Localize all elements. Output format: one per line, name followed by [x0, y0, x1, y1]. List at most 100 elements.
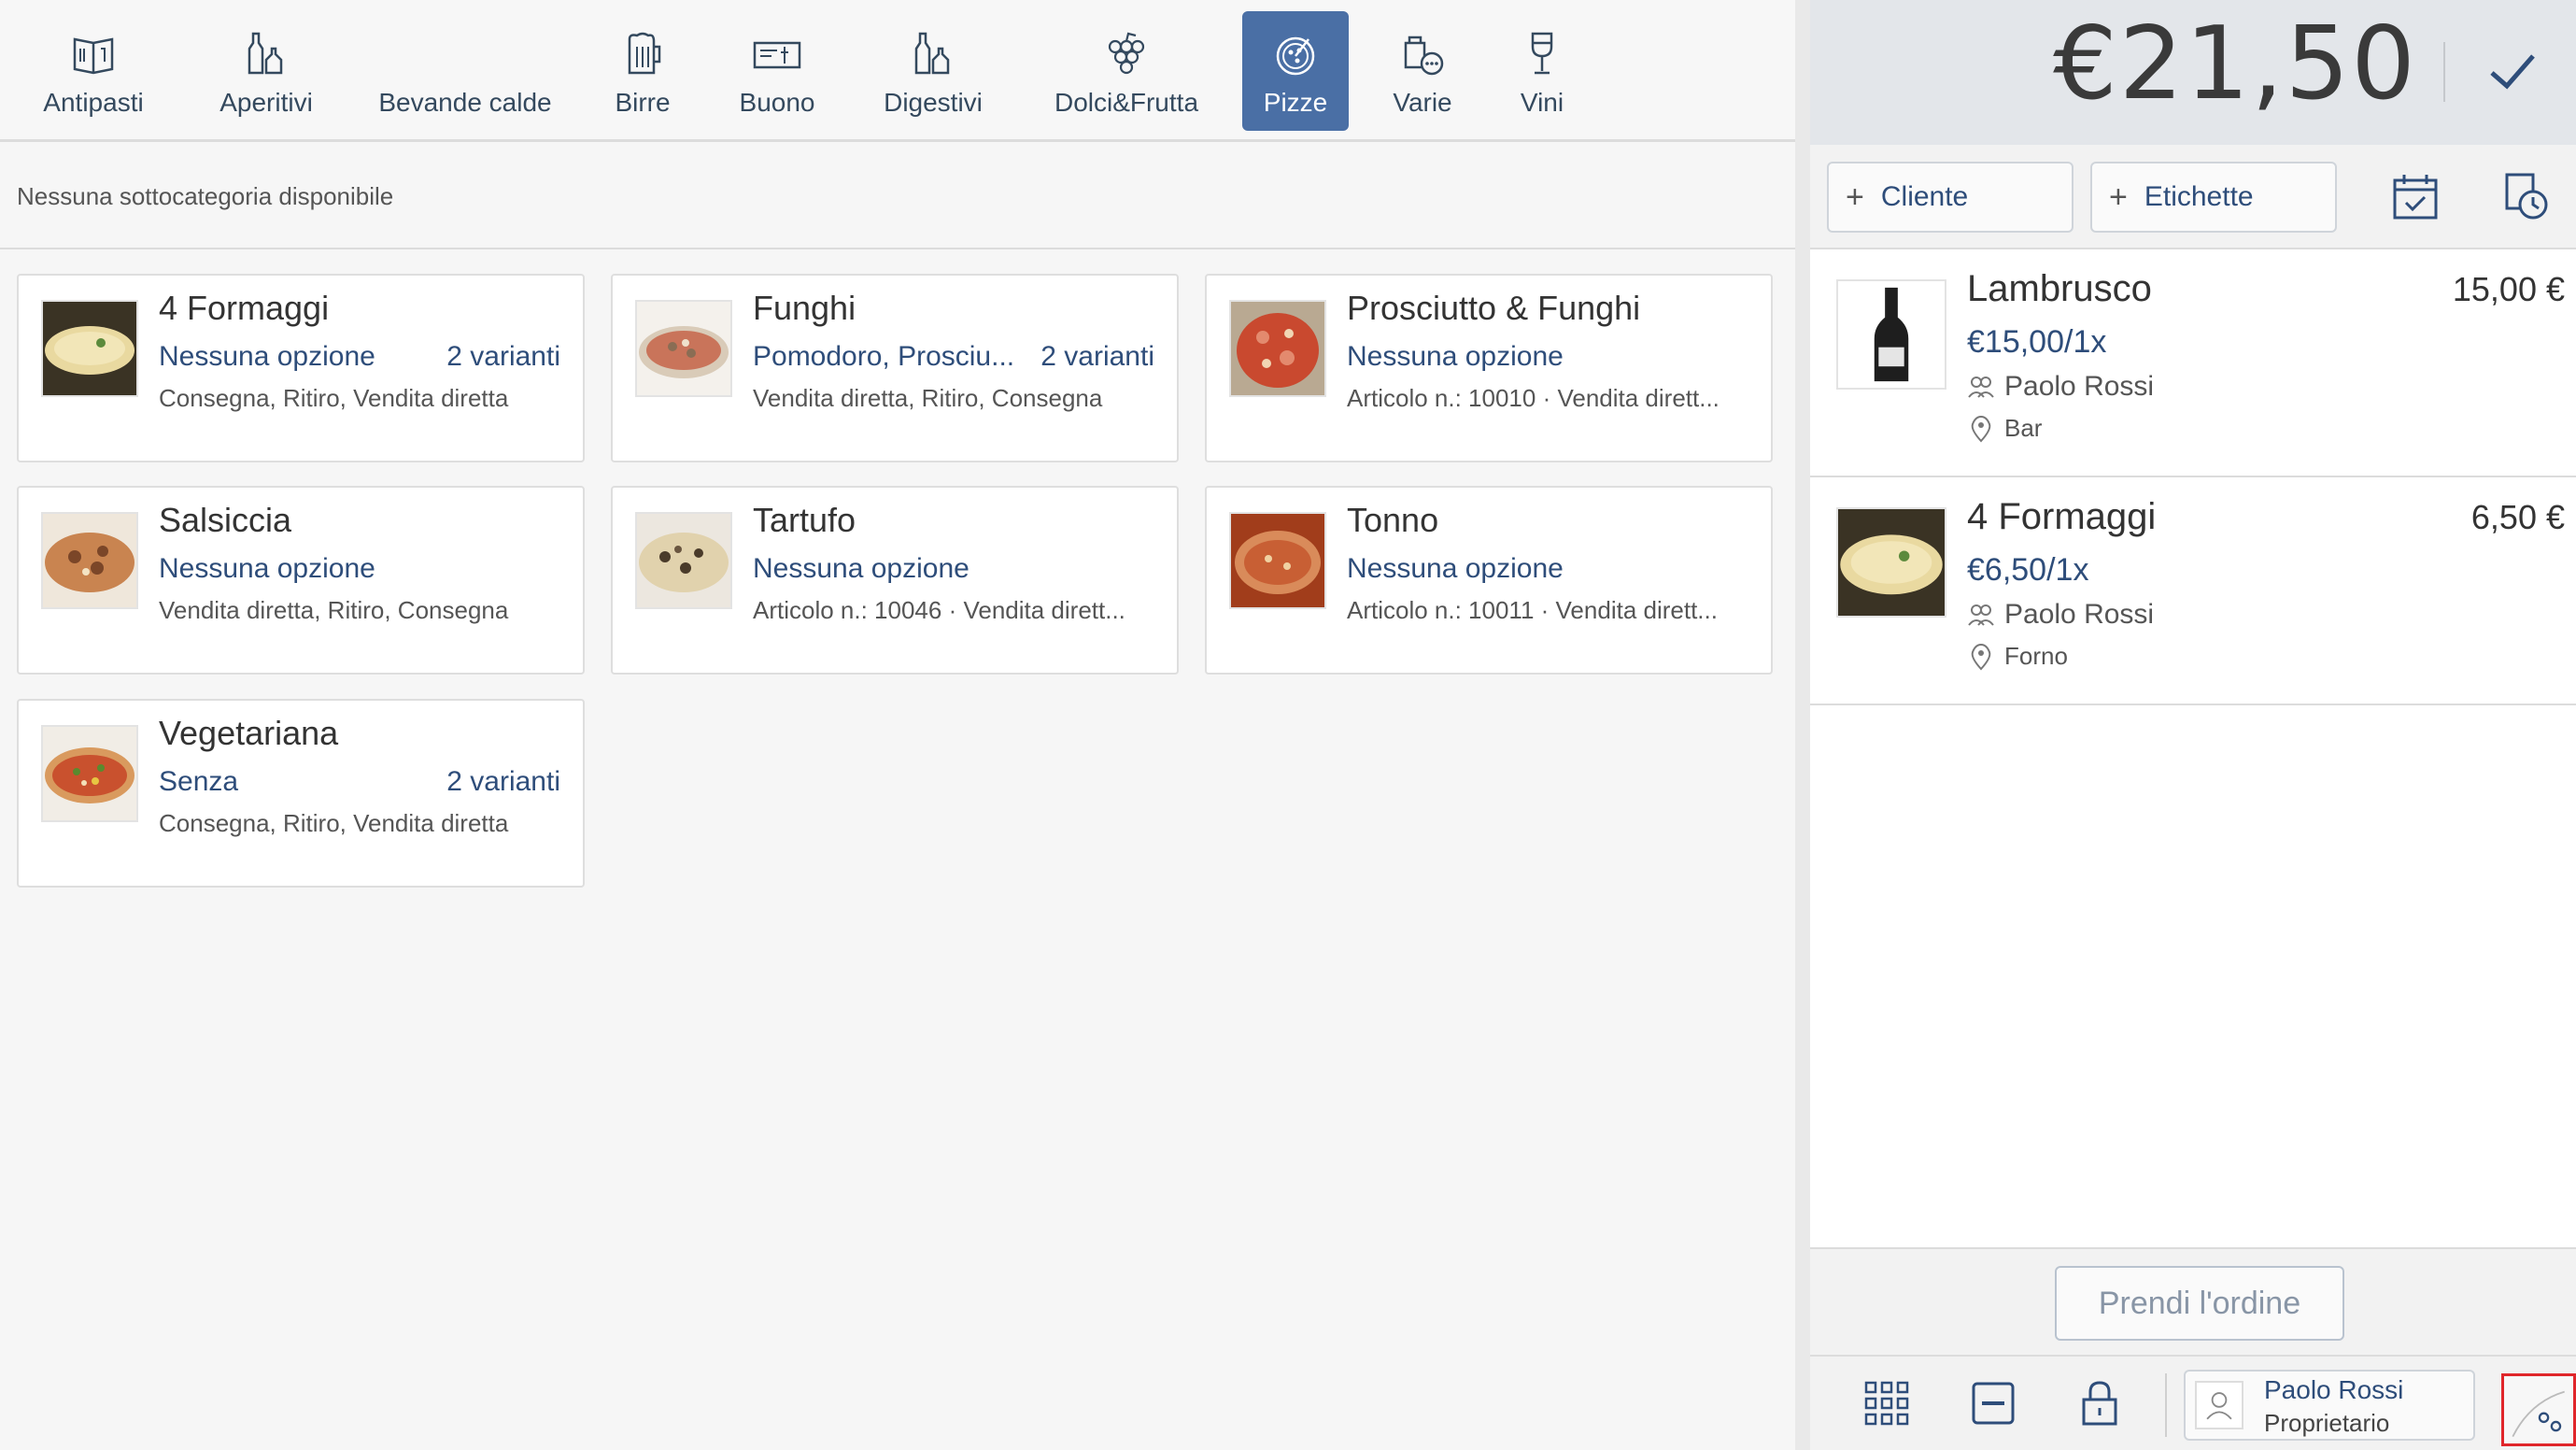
category-buono[interactable]: Buono	[729, 11, 826, 131]
item-user-name: Paolo Rossi	[2004, 599, 2155, 630]
bottom-toolbar: Paolo Rossi Proprietario	[1810, 1355, 2576, 1450]
item-name: 4 Formaggi	[1967, 496, 2157, 537]
lock-icon[interactable]	[2075, 1379, 2124, 1428]
add-labels-label: Etichette	[2144, 181, 2254, 212]
product-meta: Consegna, Ritiro, Vendita diretta	[159, 809, 509, 837]
calendar-icon[interactable]	[2389, 171, 2442, 223]
product-meta: Articolo n.: 10011 · Vendita dirett...	[1347, 596, 1718, 624]
product-card-tartufo[interactable]: Tartufo Nessuna opzione Articolo n.: 100…	[611, 486, 1179, 675]
corner-icon	[2512, 1390, 2565, 1438]
item-unit-price: €15,00/1x	[1967, 324, 2107, 360]
category-label: Buono	[739, 88, 815, 117]
product-image	[1836, 279, 1946, 390]
category-bar: Antipasti Aperitivi Bevande calde Birre …	[0, 0, 1795, 142]
grid-icon[interactable]	[1862, 1379, 1911, 1428]
item-price: 6,50 €	[2470, 498, 2565, 536]
location-icon	[1971, 643, 1991, 670]
add-customer-button[interactable]: + Cliente	[1827, 162, 2074, 233]
cart-item-lambrusco[interactable]: Lambrusco 15,00 € €15,00/1x Paolo Rossi …	[1810, 251, 2576, 477]
item-unit-price: €6,50/1x	[1967, 552, 2089, 588]
item-name: Lambrusco	[1967, 268, 2152, 309]
cart-item-4-formaggi[interactable]: 4 Formaggi 6,50 € €6,50/1x Paolo Rossi F…	[1810, 479, 2576, 705]
product-image	[41, 512, 138, 609]
item-user-name: Paolo Rossi	[2004, 371, 2155, 402]
minus-box-icon[interactable]	[1969, 1379, 2017, 1428]
product-image	[635, 300, 732, 397]
take-order-button[interactable]: Prendi l'ordine	[2055, 1266, 2344, 1341]
add-labels-button[interactable]: + Etichette	[2090, 162, 2337, 233]
category-varie[interactable]: Varie	[1373, 11, 1472, 131]
product-image	[1229, 512, 1326, 609]
product-options: Senza	[159, 766, 239, 797]
settings-corner-button[interactable]	[2501, 1373, 2576, 1446]
product-variants: 2 varianti	[446, 341, 560, 372]
history-icon[interactable]	[2501, 171, 2554, 223]
product-image	[635, 512, 732, 609]
subcategory-empty-text: Nessuna sottocategoria disponibile	[17, 181, 394, 210]
subcategory-bar: Nessuna sottocategoria disponibile	[0, 145, 1795, 249]
product-meta: Vendita diretta, Ritiro, Consegna	[159, 596, 509, 624]
product-name: Tartufo	[753, 501, 856, 539]
product-card-salsiccia[interactable]: Salsiccia Nessuna opzione Vendita dirett…	[17, 486, 585, 675]
category-label: Vini	[1520, 88, 1564, 117]
user-profile-button[interactable]: Paolo Rossi Proprietario	[2184, 1370, 2475, 1441]
cart-actions: + Cliente + Etichette	[1810, 145, 2576, 249]
order-footer: Prendi l'ordine	[1810, 1247, 2576, 1355]
category-label: Birre	[615, 88, 671, 117]
users-icon	[1968, 377, 1994, 398]
category-dolci-frutta[interactable]: Dolci&Frutta	[1046, 11, 1207, 131]
add-customer-label: Cliente	[1880, 181, 1969, 212]
cart-total: €21,50	[2053, 6, 2417, 122]
misc-icon	[1404, 36, 1444, 76]
checkmark-icon[interactable]	[2475, 34, 2550, 108]
category-label: Antipasti	[43, 88, 144, 117]
product-variants: 2 varianti	[446, 766, 560, 797]
item-station-name: Bar	[2004, 414, 2043, 442]
bottles-icon	[248, 32, 283, 75]
voucher-icon	[753, 41, 801, 69]
category-label: Varie	[1393, 88, 1452, 117]
product-options: Pomodoro, Prosciu...	[753, 341, 1015, 372]
item-station-name: Forno	[2004, 642, 2068, 670]
cart-panel: €21,50 + Cliente + Etichette Lambrusco 1…	[1795, 0, 2576, 1450]
avatar-icon	[2195, 1381, 2243, 1429]
divider	[2443, 42, 2445, 102]
category-label: Pizze	[1263, 88, 1328, 117]
category-pizze[interactable]: Pizze	[1242, 11, 1349, 131]
users-icon	[1968, 604, 1994, 626]
product-panel: Antipasti Aperitivi Bevande calde Birre …	[0, 0, 1795, 1450]
item-station: Forno	[1967, 642, 2068, 671]
product-card-funghi[interactable]: Funghi Pomodoro, Prosciu... 2 varianti V…	[611, 274, 1179, 462]
category-vini[interactable]: Vini	[1500, 11, 1584, 131]
product-meta: Articolo n.: 10046 · Vendita dirett...	[753, 596, 1125, 624]
beer-mug-icon	[628, 32, 661, 75]
wine-glass-icon	[1531, 32, 1553, 75]
product-meta: Vendita diretta, Ritiro, Consegna	[753, 384, 1103, 412]
product-meta: Consegna, Ritiro, Vendita diretta	[159, 384, 509, 412]
product-image	[1836, 507, 1946, 618]
location-icon	[1971, 415, 1991, 442]
divider	[2165, 1373, 2167, 1437]
product-image	[41, 725, 138, 822]
category-antipasti[interactable]: Antipasti	[28, 11, 159, 131]
product-card-prosciutto-funghi[interactable]: Prosciutto & Funghi Nessuna opzione Arti…	[1205, 274, 1773, 462]
category-bevande-calde[interactable]: Bevande calde	[374, 11, 557, 131]
item-user: Paolo Rossi	[1967, 599, 2154, 631]
category-label: Aperitivi	[219, 88, 313, 117]
item-station: Bar	[1967, 414, 2042, 443]
product-meta: Articolo n.: 10010 · Vendita dirett...	[1347, 384, 1720, 412]
product-options: Nessuna opzione	[1347, 553, 1564, 584]
product-options: Nessuna opzione	[159, 341, 375, 372]
product-card-vegetariana[interactable]: Vegetariana Senza 2 varianti Consegna, R…	[17, 699, 585, 888]
product-options: Nessuna opzione	[1347, 341, 1564, 372]
product-name: Salsiccia	[159, 501, 292, 539]
product-name: 4 Formaggi	[159, 289, 330, 327]
product-card-4-formaggi[interactable]: 4 Formaggi Nessuna opzione 2 varianti Co…	[17, 274, 585, 462]
product-name: Vegetariana	[159, 714, 339, 752]
category-digestivi[interactable]: Digestivi	[872, 11, 994, 131]
grapes-icon	[1108, 32, 1145, 75]
item-user: Paolo Rossi	[1967, 371, 2154, 403]
category-aperitivi[interactable]: Aperitivi	[196, 11, 336, 131]
category-birre[interactable]: Birre	[587, 11, 699, 131]
product-card-tonno[interactable]: Tonno Nessuna opzione Articolo n.: 10011…	[1205, 486, 1773, 675]
